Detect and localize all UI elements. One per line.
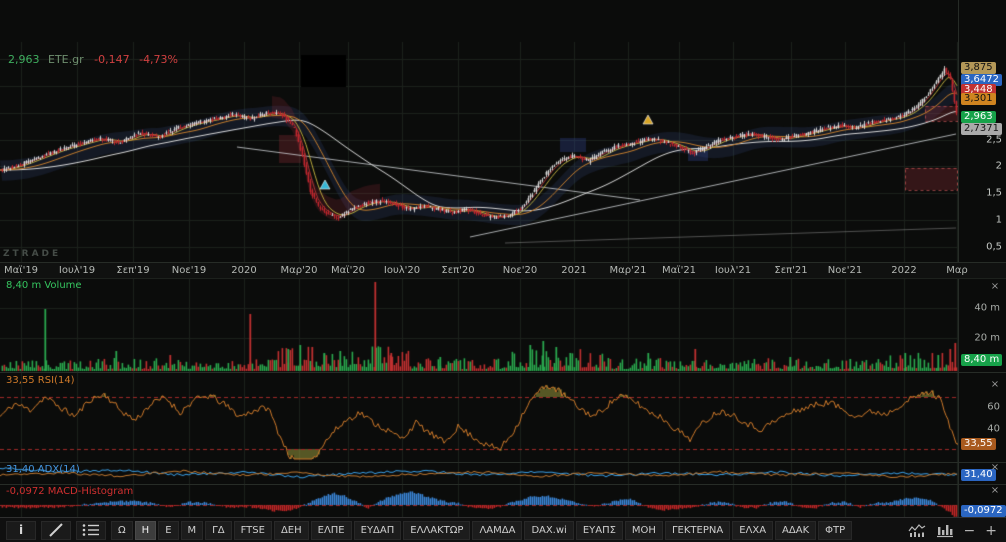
panel-divider xyxy=(0,372,1006,373)
price-scale-divider xyxy=(958,0,959,517)
time-axis-label: Σεπ'21 xyxy=(774,265,808,276)
time-axis-label: Μαϊ'20 xyxy=(330,265,366,276)
time-axis-label: 2022 xyxy=(891,265,917,276)
adx-close-icon[interactable]: × xyxy=(990,463,1000,473)
toolbar-symbol-ΓΕΚΤΕΡΝΑ[interactable]: ΓΕΚΤΕΡΝΑ xyxy=(664,520,731,540)
time-axis-label: Ιουλ'21 xyxy=(714,265,752,276)
toolbar-symbol-ΕΛΧΑ[interactable]: ΕΛΧΑ xyxy=(732,520,774,540)
volume-scale-label: 40 m xyxy=(974,302,1000,314)
trendline-icon xyxy=(49,523,63,537)
toolbar-symbol-ΜΟΗ[interactable]: ΜΟΗ xyxy=(624,520,663,540)
adx-panel-label: 31,40 ADX(14) xyxy=(6,464,80,475)
price-change-pct: -4,73% xyxy=(139,53,179,66)
toolbar-symbol-Ε[interactable]: Ε xyxy=(158,520,179,540)
time-axis-label: 2020 xyxy=(231,265,257,276)
histogram-view-button[interactable] xyxy=(931,521,959,540)
macd-panel-canvas[interactable] xyxy=(0,484,958,517)
rsi-badge: 33,55 xyxy=(961,438,996,450)
last-price: 2,963 xyxy=(8,53,40,66)
time-axis-label: Μαϊ'21 xyxy=(661,265,697,276)
time-axis[interactable]: Μαϊ'19 Ιουλ'19 Σεπ'19 Νοε'19 2020 Μαρ'20 Μαϊ'2… xyxy=(0,262,1006,279)
price-badge: 2,963 xyxy=(961,111,996,123)
histogram-icon xyxy=(936,525,953,538)
macd-badge: -0,0972 xyxy=(961,505,1006,517)
time-axis-label: Μαρ'21 xyxy=(609,265,647,276)
toolbar-symbol-ΔΕΗ[interactable]: ΔΕΗ xyxy=(273,520,309,540)
indicator-settings-button[interactable] xyxy=(76,520,106,540)
rsi-scale-label: 40 xyxy=(987,423,1000,435)
price-chart-canvas[interactable] xyxy=(0,0,958,262)
zoom-in-button[interactable]: + xyxy=(980,521,1002,540)
time-axis-label: Νοε'19 xyxy=(171,265,207,276)
price-tick-label: 0,5 xyxy=(986,241,1002,253)
time-axis-label: Ιουλ'19 xyxy=(58,265,96,276)
time-axis-label: Σεπ'19 xyxy=(116,265,150,276)
toolbar-symbol-Η[interactable]: Η xyxy=(134,520,157,540)
trading-app: 2,963 ETE.gr -0,147 -4,73% ZTRADE Μαϊ'19… xyxy=(0,0,1006,542)
rsi-scale-label: 60 xyxy=(987,401,1000,413)
toolbar-symbol-ΓΔ[interactable]: ΓΔ xyxy=(205,520,232,540)
volume-close-icon[interactable]: × xyxy=(990,282,1000,292)
price-tick-label: 1,5 xyxy=(986,187,1002,199)
price-tick-label: 2 xyxy=(995,160,1002,172)
volume-panel-label: 8,40 m Volume xyxy=(6,280,82,291)
time-axis-label: Σεπ'20 xyxy=(441,265,475,276)
toolbar-symbol-Ω[interactable]: Ω xyxy=(111,520,133,540)
price-change: -0,147 xyxy=(94,53,130,66)
candlestick-chart-icon xyxy=(908,524,925,537)
adx-panel-canvas[interactable] xyxy=(0,462,958,484)
rsi-close-icon[interactable]: × xyxy=(990,380,1000,390)
time-axis-label: Μαρ xyxy=(946,265,968,276)
price-tick-label: 1 xyxy=(995,214,1002,226)
indicator-list-icon xyxy=(82,524,99,536)
time-axis-label: Μαϊ'19 xyxy=(3,265,39,276)
symbol-header: 2,963 ETE.gr -0,147 -4,73% xyxy=(8,53,184,66)
info-icon: i xyxy=(18,523,24,537)
time-axis-label: Νοε'21 xyxy=(827,265,863,276)
toolbar-symbol-ΕΥΑΠΣ[interactable]: ΕΥΑΠΣ xyxy=(575,520,623,540)
time-axis-label: 2021 xyxy=(561,265,587,276)
bottom-toolbar: i Ω Η Ε Μ ΓΔ FTSE ΔΕΗ ΕΛΠΕ ΕΥΔΑΠ ΕΛΛΑΚΤΩΡ ΛΑΜΔΑ DAX… xyxy=(0,517,1006,542)
toolbar-symbol-Μ[interactable]: Μ xyxy=(180,520,204,540)
watermark: ZTRADE xyxy=(3,249,62,259)
candlestick-view-button[interactable] xyxy=(903,521,931,540)
zoom-out-button[interactable]: − xyxy=(959,521,981,540)
price-badge: 2,7371 xyxy=(961,123,1002,135)
toolbar-symbol-DAX.wi[interactable]: DAX.wi xyxy=(524,520,574,540)
macd-panel-label: -0,0972 MACD-Histogram xyxy=(6,486,134,497)
rsi-panel-label: 33,55 RSI(14) xyxy=(6,375,75,386)
toolbar-symbol-ΕΥΔΑΠ[interactable]: ΕΥΔΑΠ xyxy=(353,520,402,540)
volume-panel-canvas[interactable] xyxy=(0,277,958,372)
toolbar-symbol-ΛΑΜΔΑ[interactable]: ΛΑΜΔΑ xyxy=(472,520,523,540)
toolbar-right-controls: − + xyxy=(903,518,1002,542)
price-badge: 3,875 xyxy=(961,62,996,74)
price-tick-label: 2,5 xyxy=(986,134,1002,146)
symbol-name: ETE.gr xyxy=(48,53,84,66)
time-axis-label: Νοε'20 xyxy=(502,265,538,276)
trendline-tool-button[interactable] xyxy=(41,520,71,540)
toolbar-symbol-ΕΛΠΕ[interactable]: ΕΛΠΕ xyxy=(310,520,352,540)
toolbar-symbol-ΑΔΑΚ[interactable]: ΑΔΑΚ xyxy=(775,520,817,540)
rsi-panel-canvas[interactable] xyxy=(0,372,958,462)
toolbar-symbol-ΕΛΛΑΚΤΩΡ[interactable]: ΕΛΛΑΚΤΩΡ xyxy=(403,520,471,540)
panel-divider xyxy=(0,484,1006,485)
price-badge: 3,301 xyxy=(961,93,996,105)
volume-badge: 8,40 m xyxy=(961,354,1003,366)
panel-divider xyxy=(0,462,1006,463)
toolbar-symbol-FTSE[interactable]: FTSE xyxy=(233,520,272,540)
time-axis-label: Μαρ'20 xyxy=(280,265,318,276)
volume-scale-label: 20 m xyxy=(974,332,1000,344)
macd-close-icon[interactable]: × xyxy=(990,486,1000,496)
symbol-tabs: Ω Η Ε Μ ΓΔ FTSE ΔΕΗ ΕΛΠΕ ΕΥΔΑΠ ΕΛΛΑΚΤΩΡ ΛΑΜΔΑ DAX.w… xyxy=(111,520,854,540)
time-axis-label: Ιουλ'20 xyxy=(383,265,421,276)
info-button[interactable]: i xyxy=(6,520,36,540)
toolbar-symbol-ΦΤΡ[interactable]: ΦΤΡ xyxy=(818,520,853,540)
